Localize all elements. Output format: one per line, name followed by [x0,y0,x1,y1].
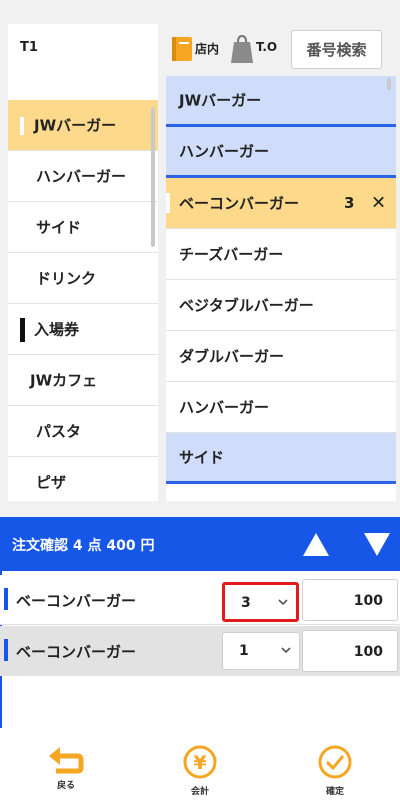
category-pizza[interactable]: ピザ [8,457,158,501]
order-confirm-title: 注文確認 4 点 400 円 [12,538,155,554]
order-item-name: ベーコンバーガー [16,643,137,661]
category-ticket[interactable]: 入場券 [8,304,158,355]
table-label: T1 [20,40,38,55]
checkout-label: 会計 [190,787,209,797]
menu-label: ダブルバーガー [179,347,285,366]
menu-group-jw-burger[interactable]: JWバーガー [166,76,396,127]
category-scrollbar[interactable] [151,107,155,247]
menu-item-bacon-burger[interactable]: ベーコンバーガー 3 ✕ [166,178,396,229]
menu-panel: JWバーガー ハンバーガー ベーコンバーガー 3 ✕ チーズバーガー ベジタブル… [166,76,396,501]
menu-label: JWバーガー [179,91,262,110]
menu-item-double-burger[interactable]: ダブルバーガー [166,331,396,382]
chevron-down-icon [278,599,288,606]
quantity-select[interactable]: 3 [222,582,299,622]
menu-label: ハンバーガー [179,142,270,161]
back-label: 戻る [56,781,75,791]
chevron-down-icon [281,647,291,654]
price-field[interactable]: 100 [302,630,398,672]
quantity-value: 1 [239,643,249,659]
row-marker [4,588,8,610]
menu-label: ベーコンバーガー [179,194,300,213]
remove-icon[interactable]: ✕ [371,193,386,214]
quantity-select[interactable]: 1 [222,632,300,670]
menu-scrollbar[interactable] [387,78,391,90]
menu-label: ベジタブルバーガー [179,296,314,315]
menu-group-side[interactable]: サイド [166,433,396,484]
category-list: JWバーガー ハンバーガー サイド ドリンク 入場券 JWカフェ パスタ ピザ [8,100,158,501]
checkout-button[interactable]: ¥ 会計 [170,744,230,804]
order-item-name: ベーコンバーガー [16,592,137,610]
yen-icon: ¥ [183,745,217,779]
menu-item-vegetable-burger[interactable]: ベジタブルバーガー [166,280,396,331]
category-jw-cafe[interactable]: JWカフェ [8,355,158,406]
return-icon [49,747,84,774]
book-icon[interactable] [171,36,193,62]
order-list: ベーコンバーガー 3 100 ベーコンバーガー 1 100 [0,571,400,728]
menu-item-cheese-burger[interactable]: チーズバーガー [166,229,396,280]
category-panel: T1 JWバーガー ハンバーガー サイド ドリンク 入場券 JWカフェ パスタ … [8,24,158,501]
confirm-label: 確定 [325,787,344,797]
svg-text:¥: ¥ [193,752,206,774]
order-row[interactable]: ベーコンバーガー 1 100 [0,626,400,676]
store-label[interactable]: 店内 [195,40,219,57]
check-circle-icon [318,745,352,779]
menu-item-hamburger[interactable]: ハンバーガー [166,382,396,433]
category-label: ピザ [36,473,67,492]
back-button[interactable]: 戻る [36,744,96,804]
takeout-bag-icon[interactable] [230,34,254,64]
number-search-button[interactable]: 番号検索 [291,30,382,69]
footer: 戻る ¥ 会計 確定 [0,728,400,811]
price-value: 100 [353,593,383,609]
order-row[interactable]: ベーコンバーガー 3 100 [0,575,400,625]
category-label: サイド [36,218,82,237]
order-confirm-bar: 注文確認 4 点 400 円 [0,517,400,571]
menu-group-hamburger[interactable]: ハンバーガー [166,127,396,178]
category-pasta[interactable]: パスタ [8,406,158,457]
menu-label: チーズバーガー [179,245,284,264]
quantity-value: 3 [241,595,251,611]
category-label: JWバーガー [34,116,117,135]
category-hamburger[interactable]: ハンバーガー [8,151,158,202]
price-value: 100 [353,644,383,660]
category-side[interactable]: サイド [8,202,158,253]
row-marker [4,639,8,661]
category-label: ドリンク [36,269,97,288]
category-label: JWカフェ [30,371,98,390]
category-label: 入場券 [34,320,80,339]
category-label: パスタ [36,422,82,441]
arrow-up-icon[interactable] [302,532,330,557]
price-field[interactable]: 100 [302,579,398,621]
category-label: ハンバーガー [36,167,127,186]
arrow-down-icon[interactable] [363,532,391,557]
category-jw-burger[interactable]: JWバーガー [8,100,158,151]
confirm-button[interactable]: 確定 [305,744,365,804]
menu-label: ハンバーガー [179,398,270,417]
category-drink[interactable]: ドリンク [8,253,158,304]
takeout-label[interactable]: T.O [256,40,277,54]
top-area: T1 JWバーガー ハンバーガー サイド ドリンク 入場券 JWカフェ パスタ … [0,0,400,517]
menu-qty: 3 [344,194,355,212]
menu-label: サイド [179,448,225,467]
